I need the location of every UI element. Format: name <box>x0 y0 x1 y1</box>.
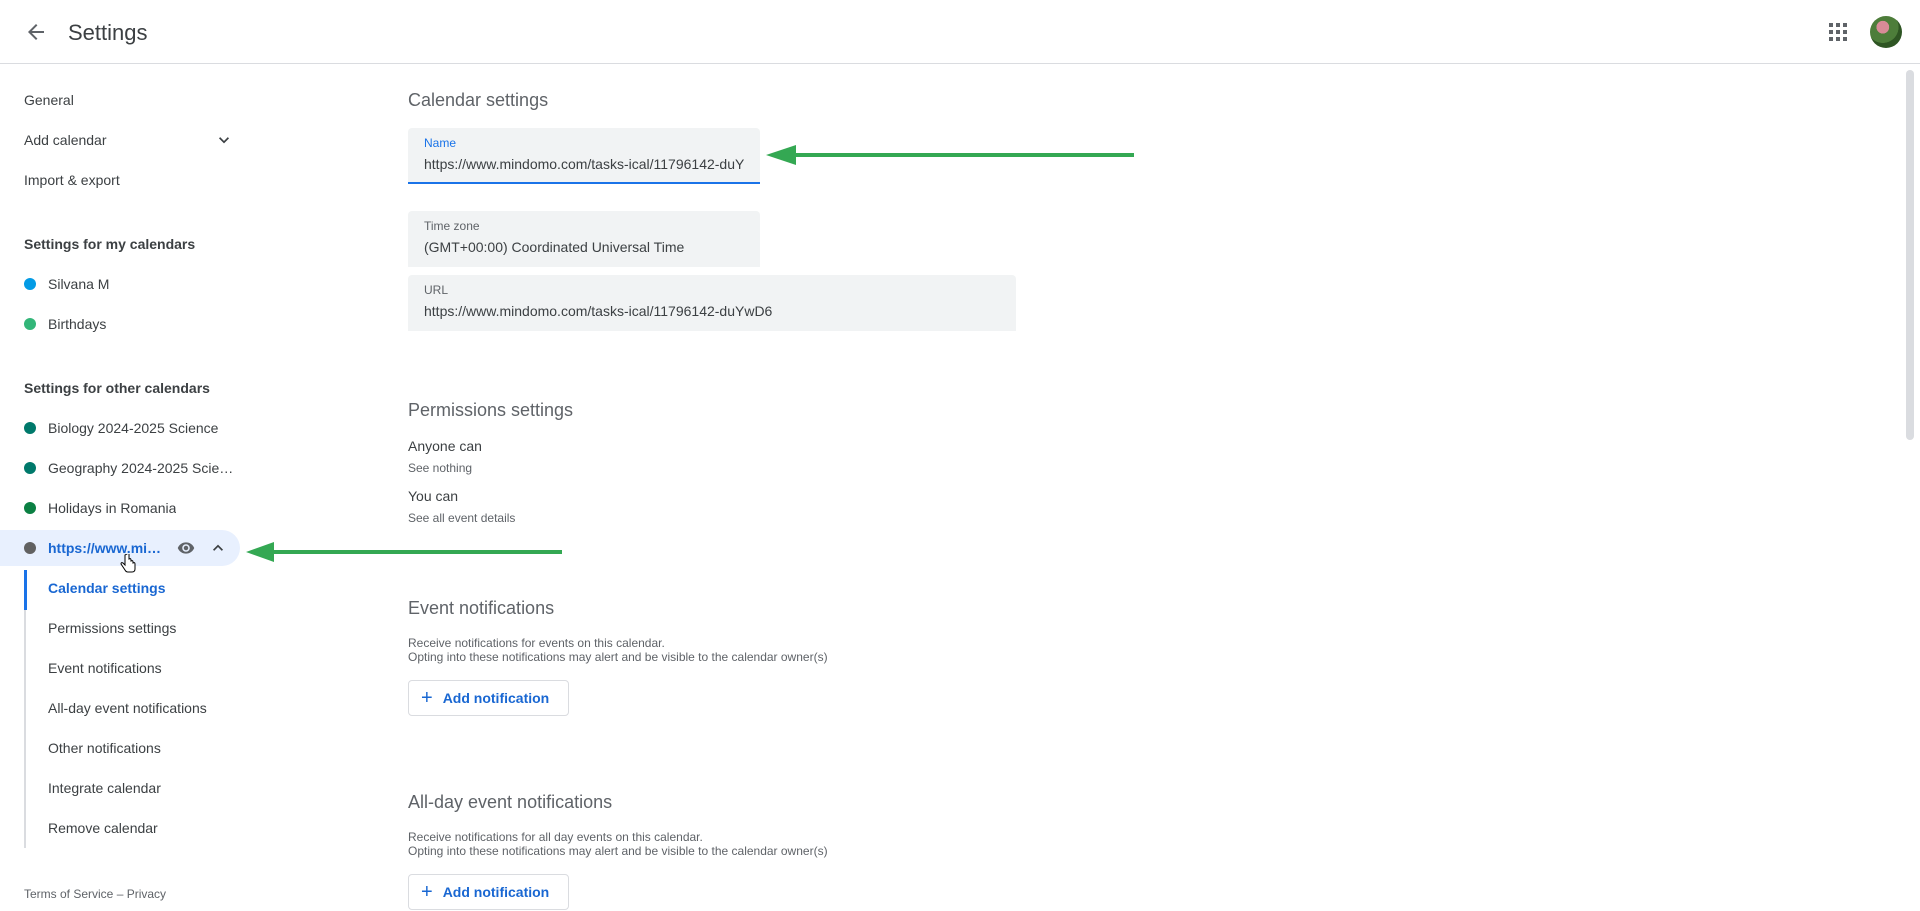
page-title: Settings <box>68 20 148 45</box>
plus-icon: + <box>421 881 433 903</box>
calendar-color-dot <box>24 542 36 554</box>
calendar-color-dot <box>24 278 36 290</box>
footer-separator: – <box>113 887 127 901</box>
permissions-settings-title: Permissions settings <box>408 400 574 420</box>
page-scrollbar[interactable] <box>1906 70 1914 440</box>
calendar-label: https://www.mindomo.com/tasks-ical/11796… <box>48 540 166 556</box>
add-event-notification-button[interactable]: + Add notification <box>408 680 569 716</box>
annotation-arrow-icon <box>766 145 1134 165</box>
calendar-color-dot <box>24 422 36 434</box>
back-button[interactable] <box>16 12 56 52</box>
calendar-color-dot <box>24 318 36 330</box>
sidebar-calendar-geography[interactable]: Geography 2024-2025 Science <box>0 450 240 486</box>
event-notifications-title: Event notifications <box>408 598 555 618</box>
sidebar-calendar-holidays-romania[interactable]: Holidays in Romania <box>0 490 240 526</box>
sidebar-item-label: Add calendar <box>24 132 107 148</box>
top-app-bar: Settings <box>0 0 1920 64</box>
sidebar-item-add-calendar[interactable]: Add calendar <box>24 126 234 154</box>
timezone-field-label: Time zone <box>424 219 480 233</box>
add-notification-label: Add notification <box>442 884 550 900</box>
my-calendars-heading: Settings for my calendars <box>24 236 196 252</box>
privacy-link[interactable]: Privacy <box>127 887 166 901</box>
add-allday-notification-button[interactable]: + Add notification <box>408 874 569 910</box>
you-can-label: You can <box>408 488 459 504</box>
subnav-other-notifications[interactable]: Other notifications <box>48 734 161 762</box>
calendar-label: Silvana M <box>48 276 110 292</box>
subnav-event-notifications[interactable]: Event notifications <box>48 654 162 682</box>
sidebar-item-general[interactable]: General <box>24 86 74 114</box>
eye-icon[interactable] <box>176 538 196 558</box>
main-content: Calendar settings Name https://www.mindo… <box>408 64 1898 911</box>
subnav-integrate-calendar[interactable]: Integrate calendar <box>48 774 161 802</box>
allday-notifications-title: All-day event notifications <box>408 792 613 812</box>
name-field-value: https://www.mindomo.com/tasks-ical/11796… <box>424 156 744 172</box>
timezone-field[interactable]: Time zone (GMT+00:00) Coordinated Univer… <box>408 211 760 267</box>
calendar-label: Geography 2024-2025 Science <box>48 460 238 476</box>
terms-link[interactable]: Terms of Service <box>24 887 113 901</box>
chevron-down-icon <box>219 137 229 144</box>
subnav-permissions-settings[interactable]: Permissions settings <box>48 614 176 642</box>
subnav-rail <box>24 570 26 848</box>
allday-notifications-desc-2: Opting into these notifications may aler… <box>408 844 828 858</box>
timezone-field-value: (GMT+00:00) Coordinated Universal Time <box>424 239 685 255</box>
google-apps-button[interactable] <box>1818 12 1858 52</box>
calendar-label: Birthdays <box>48 316 107 332</box>
name-field[interactable]: Name https://www.mindomo.com/tasks-ical/… <box>408 128 760 184</box>
you-can-value: See all event details <box>408 511 516 525</box>
subnav-calendar-settings[interactable]: Calendar settings <box>48 574 165 602</box>
calendar-settings-title: Calendar settings <box>408 90 549 110</box>
subnav-remove-calendar[interactable]: Remove calendar <box>48 814 158 842</box>
add-notification-label: Add notification <box>442 690 550 706</box>
other-calendars-heading: Settings for other calendars <box>24 380 210 396</box>
calendar-label: Biology 2024-2025 Science <box>48 420 219 436</box>
url-field-label: URL <box>424 283 449 297</box>
settings-sidebar: General Add calendar Import & export Set… <box>0 64 250 911</box>
mouse-pointer-icon <box>120 554 136 573</box>
url-field: URL https://www.mindomo.com/tasks-ical/1… <box>408 275 1016 331</box>
sidebar-calendar-birthdays[interactable]: Birthdays <box>0 306 240 342</box>
subnav-active-indicator <box>24 570 27 610</box>
sidebar-calendar-silvana[interactable]: Silvana M <box>0 266 240 302</box>
arrow-back-icon <box>28 24 44 40</box>
event-notifications-desc-1: Receive notifications for events on this… <box>408 636 665 650</box>
subnav-allday-notifications[interactable]: All-day event notifications <box>48 694 207 722</box>
sidebar-calendar-biology[interactable]: Biology 2024-2025 Science <box>0 410 240 446</box>
anyone-can-label: Anyone can <box>408 438 482 454</box>
calendar-color-dot <box>24 462 36 474</box>
calendar-color-dot <box>24 502 36 514</box>
calendar-label: Holidays in Romania <box>48 500 177 516</box>
avatar[interactable] <box>1870 16 1902 48</box>
allday-notifications-desc-1: Receive notifications for all day events… <box>408 830 703 844</box>
plus-icon: + <box>421 687 433 709</box>
url-field-value[interactable]: https://www.mindomo.com/tasks-ical/11796… <box>424 301 1000 321</box>
footer-links: Terms of Service – Privacy <box>24 887 166 901</box>
anyone-can-value: See nothing <box>408 461 473 475</box>
sidebar-item-import-export[interactable]: Import & export <box>24 166 120 194</box>
chevron-up-icon[interactable] <box>208 538 228 558</box>
apps-grid-icon <box>1829 23 1847 41</box>
name-field-label: Name <box>424 136 457 150</box>
event-notifications-desc-2: Opting into these notifications may aler… <box>408 650 828 664</box>
